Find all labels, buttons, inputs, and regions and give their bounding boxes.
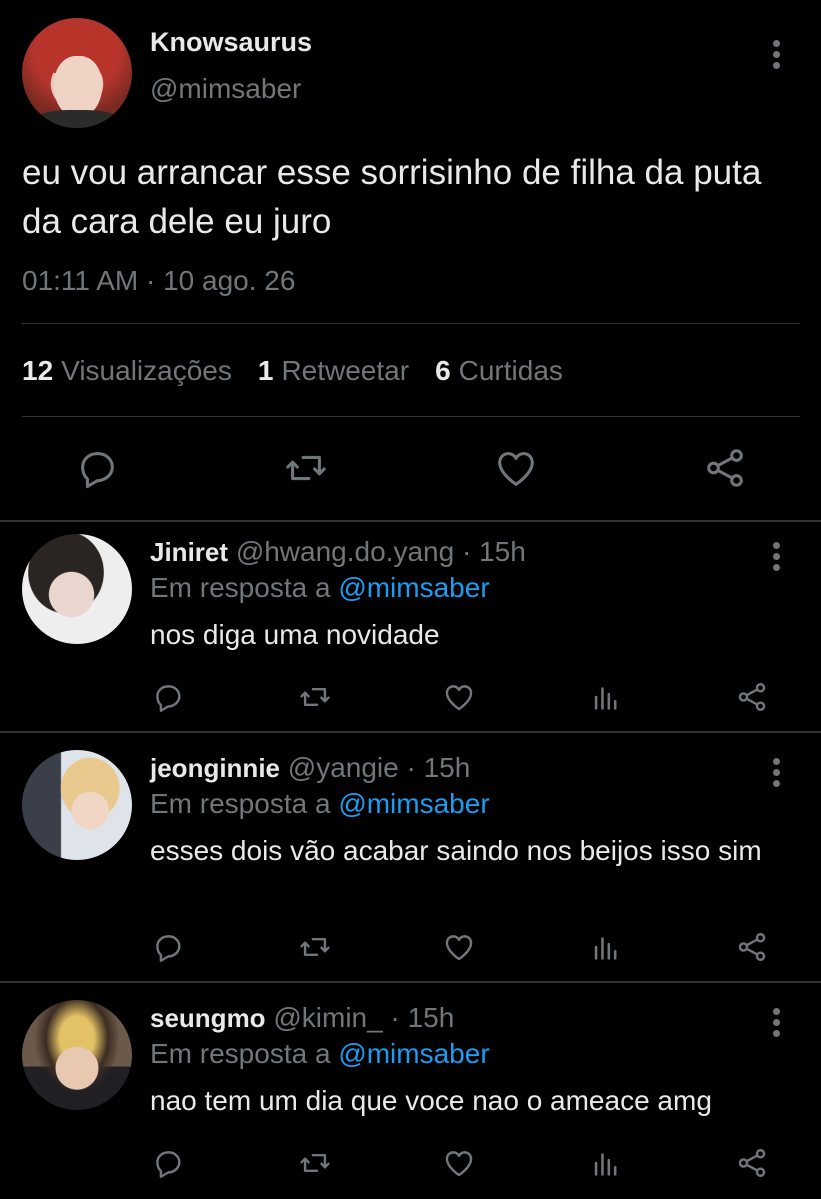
retweets-label: Retweetar: [281, 355, 410, 386]
more-options-icon[interactable]: [771, 1008, 781, 1042]
tweet-text: eu vou arrancar esse sorrisinho de filha…: [22, 153, 762, 241]
divider: [22, 323, 800, 324]
like-icon[interactable]: [442, 1146, 476, 1180]
retweet-icon[interactable]: [298, 680, 332, 714]
reply-actions: [0, 1146, 821, 1182]
likes-count: 6: [435, 355, 451, 386]
reply-item[interactable]: Jiniret @hwang.do.yang · 15h Em resposta…: [0, 534, 821, 730]
reply-icon[interactable]: [74, 445, 120, 491]
tweet-timestamp[interactable]: 01:11 AM · 10 ago. 26: [22, 265, 295, 297]
in-reply-label: Em resposta a: [150, 788, 331, 819]
more-options-icon[interactable]: [771, 542, 781, 576]
reply-icon[interactable]: [151, 1146, 185, 1180]
author-handle[interactable]: @mimsaber: [150, 73, 301, 105]
main-tweet: Knowsaurus @mimsaber eu vou arrancar ess…: [0, 0, 821, 522]
mention-link[interactable]: @mimsaber: [338, 1038, 489, 1069]
avatar[interactable]: [22, 534, 132, 644]
retweet-icon[interactable]: [283, 445, 329, 491]
retweets-count: 1: [257, 355, 274, 386]
separator: [0, 520, 821, 522]
in-reply-to: Em resposta a @mimsaber: [150, 788, 490, 820]
in-reply-label: Em resposta a: [150, 572, 331, 603]
reply-actions: [0, 930, 821, 966]
reply-text: nao tem um dia que voce nao o ameace amg: [150, 1085, 712, 1116]
author-name[interactable]: Knowsaurus: [150, 27, 312, 58]
views-label: Visualizações: [61, 355, 232, 386]
reply-time: · 15h: [390, 1002, 455, 1033]
likes-label: Curtidas: [458, 355, 563, 386]
likes-stat[interactable]: 6 Curtidas: [435, 355, 563, 387]
reply-text: esses dois vão acabar saindo nos beijos …: [150, 835, 762, 866]
author-handle[interactable]: @hwang.do.yang: [236, 536, 454, 567]
author-handle[interactable]: @kimin_: [273, 1002, 382, 1033]
avatar-shirt: [32, 110, 122, 128]
separator: [0, 731, 821, 733]
retweet-icon[interactable]: [298, 1146, 332, 1180]
reply-text: nos diga uma novidade: [150, 619, 440, 650]
mention-link[interactable]: @mimsaber: [338, 572, 489, 603]
in-reply-to: Em resposta a @mimsaber: [150, 572, 490, 604]
in-reply-label: Em resposta a: [150, 1038, 331, 1069]
tweet-actions: [0, 445, 821, 495]
author-name[interactable]: jeonginnie: [150, 753, 280, 783]
more-options-icon[interactable]: [771, 758, 781, 792]
reply-time: · 15h: [461, 536, 526, 567]
author-name[interactable]: seungmo: [150, 1003, 266, 1033]
views-count: 12: [22, 355, 54, 386]
thread-page: Knowsaurus @mimsaber eu vou arrancar ess…: [0, 0, 821, 1199]
retweets-stat[interactable]: 1 Retweetar: [258, 355, 409, 387]
retweet-icon[interactable]: [298, 930, 332, 964]
separator: [0, 981, 821, 983]
divider: [22, 416, 800, 417]
reply-item[interactable]: seungmo @kimin_ · 15h Em resposta a @mim…: [0, 1000, 821, 1199]
more-options-icon[interactable]: [771, 40, 781, 74]
views-stat[interactable]: 12 Visualizações: [22, 355, 232, 387]
reply-item[interactable]: jeonginnie @yangie · 15h Em resposta a @…: [0, 750, 821, 980]
avatar-face: [54, 56, 102, 118]
reply-header: Jiniret @hwang.do.yang · 15h: [150, 536, 526, 568]
like-icon[interactable]: [442, 930, 476, 964]
share-icon[interactable]: [735, 1146, 769, 1180]
analytics-icon[interactable]: [589, 1146, 623, 1180]
reply-header: jeonginnie @yangie · 15h: [150, 752, 470, 784]
analytics-icon[interactable]: [589, 680, 623, 714]
analytics-icon[interactable]: [589, 930, 623, 964]
avatar[interactable]: [22, 750, 132, 860]
author-handle[interactable]: @yangie: [288, 752, 399, 783]
reply-actions: [0, 680, 821, 716]
avatar[interactable]: [22, 1000, 132, 1110]
share-icon[interactable]: [735, 930, 769, 964]
avatar[interactable]: [22, 18, 132, 128]
reply-icon[interactable]: [151, 680, 185, 714]
mention-link[interactable]: @mimsaber: [338, 788, 489, 819]
share-icon[interactable]: [702, 445, 748, 491]
reply-icon[interactable]: [151, 930, 185, 964]
reply-header: seungmo @kimin_ · 15h: [150, 1002, 454, 1034]
like-icon[interactable]: [442, 680, 476, 714]
reply-time: · 15h: [406, 752, 471, 783]
author-name[interactable]: Jiniret: [150, 537, 228, 567]
tweet-stats: 12 Visualizações 1 Retweetar 6 Curtidas: [22, 355, 563, 387]
share-icon[interactable]: [735, 680, 769, 714]
like-icon[interactable]: [493, 445, 539, 491]
in-reply-to: Em resposta a @mimsaber: [150, 1038, 490, 1070]
